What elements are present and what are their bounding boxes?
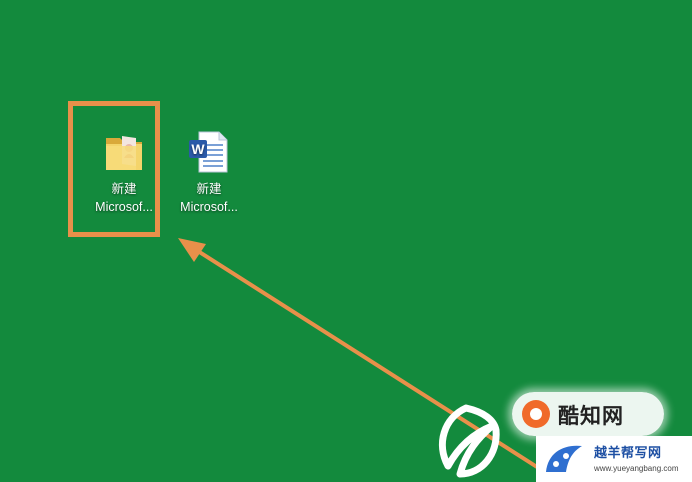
watermark-badge: 酷知网 [512,392,664,436]
site-url: www.yueyangbang.com [594,464,679,473]
site-logo-icon [546,445,582,472]
desktop: 新建 Microsof... W 新建 Microsof... 酷知网 越羊帮写… [0,0,692,482]
site-title: 越羊帮写网 [594,445,662,460]
badge-logo-icon [522,400,550,428]
watermark-logo-icon [438,404,500,478]
badge-text: 酷知网 [558,405,624,428]
site-banner: 越羊帮写网 www.yueyangbang.com [536,436,692,482]
